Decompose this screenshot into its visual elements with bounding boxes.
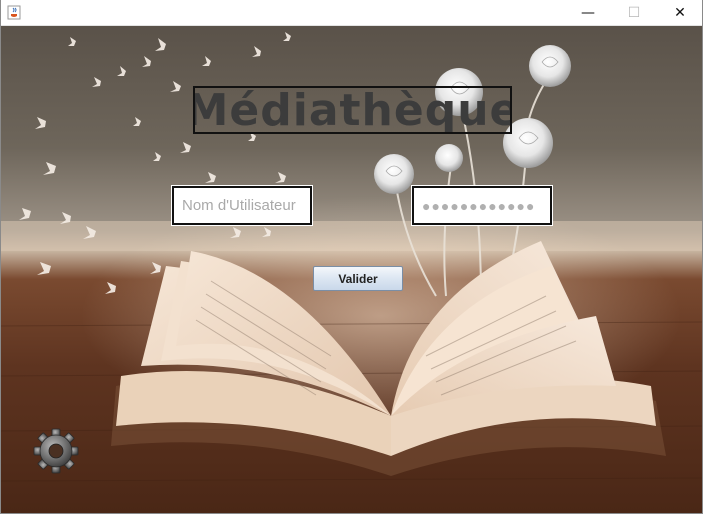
login-panel: Médiathèque Valider <box>1 26 702 513</box>
app-title: Médiathèque <box>193 86 512 134</box>
minimize-button[interactable]: — <box>565 0 611 26</box>
maximize-button[interactable]: ☐ <box>611 0 657 26</box>
gear-icon[interactable] <box>33 428 79 474</box>
validate-button[interactable]: Valider <box>313 266 403 291</box>
username-field[interactable] <box>171 185 313 226</box>
close-button[interactable]: ✕ <box>657 0 703 26</box>
java-cup-icon <box>7 5 21 20</box>
title-bar: — ☐ ✕ <box>0 0 703 26</box>
password-field[interactable] <box>411 185 553 226</box>
